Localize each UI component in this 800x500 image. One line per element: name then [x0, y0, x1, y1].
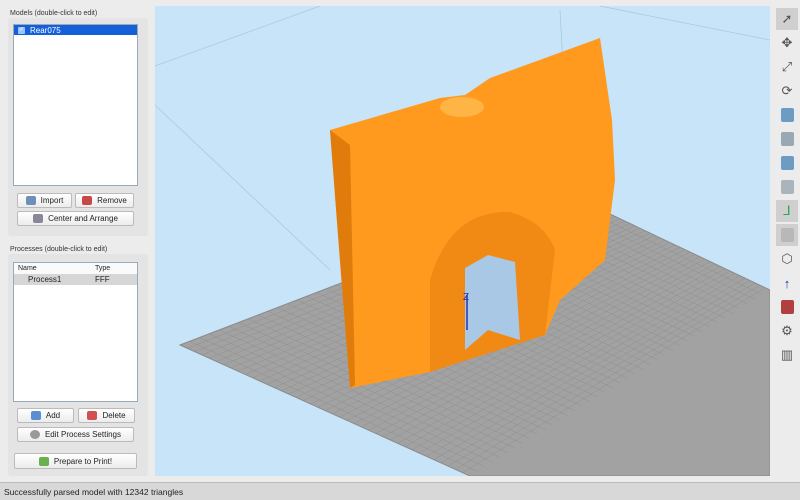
center-arrange-button[interactable]: Center and Arrange: [17, 211, 134, 226]
settings-icon[interactable]: ⚙: [776, 320, 798, 342]
wireframe-view-icon[interactable]: ⬡: [776, 248, 798, 270]
select-icon[interactable]: ➚: [776, 8, 798, 30]
remove-button[interactable]: Remove: [75, 193, 134, 208]
processes-header: Name Type: [14, 263, 137, 274]
delete-button[interactable]: Delete: [78, 408, 135, 423]
add-button[interactable]: Add: [17, 408, 74, 423]
3d-viewport[interactable]: Z: [155, 6, 770, 476]
add-label: Add: [45, 411, 61, 420]
delete-icon: [87, 411, 98, 420]
status-bar: Successfully parsed model with 12342 tri…: [0, 482, 800, 500]
remove-icon: [82, 196, 93, 205]
cross-section-icon[interactable]: [776, 296, 798, 318]
scale-icon[interactable]: ⤢: [776, 56, 798, 78]
print-preview-icon[interactable]: ▥: [776, 344, 798, 366]
arrange-icon: [33, 214, 44, 223]
z-axis-icon[interactable]: ↑: [776, 272, 798, 294]
prepare-label: Prepare to Print!: [53, 456, 113, 466]
process-name: Process1: [28, 275, 62, 284]
models-list[interactable]: ✓ Rear075: [13, 24, 138, 186]
rotate-icon[interactable]: ⟳: [776, 80, 798, 102]
process-row[interactable]: Process1 FFF: [14, 274, 137, 285]
z-axis-label: Z: [463, 292, 469, 303]
add-icon: [30, 411, 41, 420]
view-iso-icon[interactable]: [776, 176, 798, 198]
prepare-print-button[interactable]: Prepare to Print!: [14, 453, 137, 469]
delete-label: Delete: [102, 411, 126, 420]
edit-label: Edit Process Settings: [44, 430, 122, 439]
center-label: Center and Arrange: [48, 214, 118, 223]
import-button[interactable]: Import: [17, 193, 72, 208]
axes-icon[interactable]: ⅃: [776, 200, 798, 222]
move-icon[interactable]: ✥: [776, 32, 798, 54]
view-front-icon[interactable]: [776, 128, 798, 150]
processes-list[interactable]: Name Type Process1 FFF: [13, 262, 138, 402]
top-hub: [440, 97, 484, 117]
import-label: Import: [40, 196, 64, 205]
side-panel: Models (double-click to edit) ✓ Rear075 …: [0, 0, 150, 482]
models-title: Models (double-click to edit): [10, 10, 98, 17]
scene: Z: [155, 6, 770, 476]
model-name: Rear075: [30, 25, 61, 35]
view-top-icon[interactable]: [776, 104, 798, 126]
process-type: FFF: [95, 275, 110, 284]
prepare-icon: [38, 456, 49, 466]
processes-title: Processes (double-click to edit): [10, 246, 108, 253]
col-name: Name: [18, 265, 37, 272]
view-side-icon[interactable]: [776, 152, 798, 174]
model-item[interactable]: ✓ Rear075: [14, 25, 137, 35]
view-toolbar: ➚ ✥ ⤢ ⟳ ⅃ ⬡ ↑ ⚙ ▥: [775, 6, 800, 416]
import-icon: [25, 196, 36, 205]
model-checkbox[interactable]: ✓: [18, 26, 25, 34]
col-type: Type: [95, 265, 111, 272]
edit-process-button[interactable]: Edit Process Settings: [17, 427, 134, 442]
gears-icon: [29, 430, 40, 439]
solid-view-icon[interactable]: [776, 224, 798, 246]
remove-label: Remove: [97, 196, 127, 205]
